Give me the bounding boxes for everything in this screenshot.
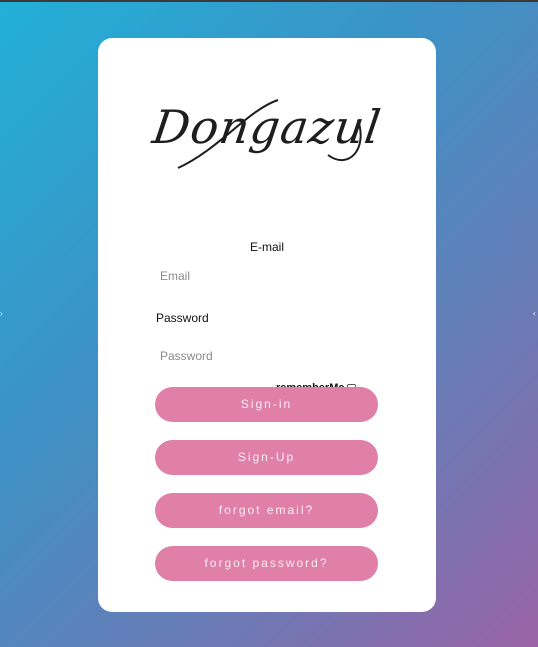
forgot-email-button[interactable]: forgot email? <box>155 493 378 528</box>
left-edge-arrow-icon: › <box>0 309 3 318</box>
password-input[interactable] <box>160 347 374 365</box>
brand-logo: Dongazul <box>149 100 385 154</box>
email-label-text: E-mail <box>249 240 284 254</box>
right-edge-arrow-icon: ‹ <box>533 309 536 318</box>
email-input[interactable] <box>160 267 374 285</box>
sign-in-button[interactable]: Sign-in <box>155 387 378 422</box>
sign-up-button[interactable]: Sign-Up <box>155 440 378 475</box>
password-label: Password <box>156 311 209 325</box>
email-label: E-mail <box>98 240 436 254</box>
forgot-password-button[interactable]: forgot password? <box>155 546 378 581</box>
login-card: Dongazul E-mail Password rememberMe Sign… <box>98 38 436 612</box>
